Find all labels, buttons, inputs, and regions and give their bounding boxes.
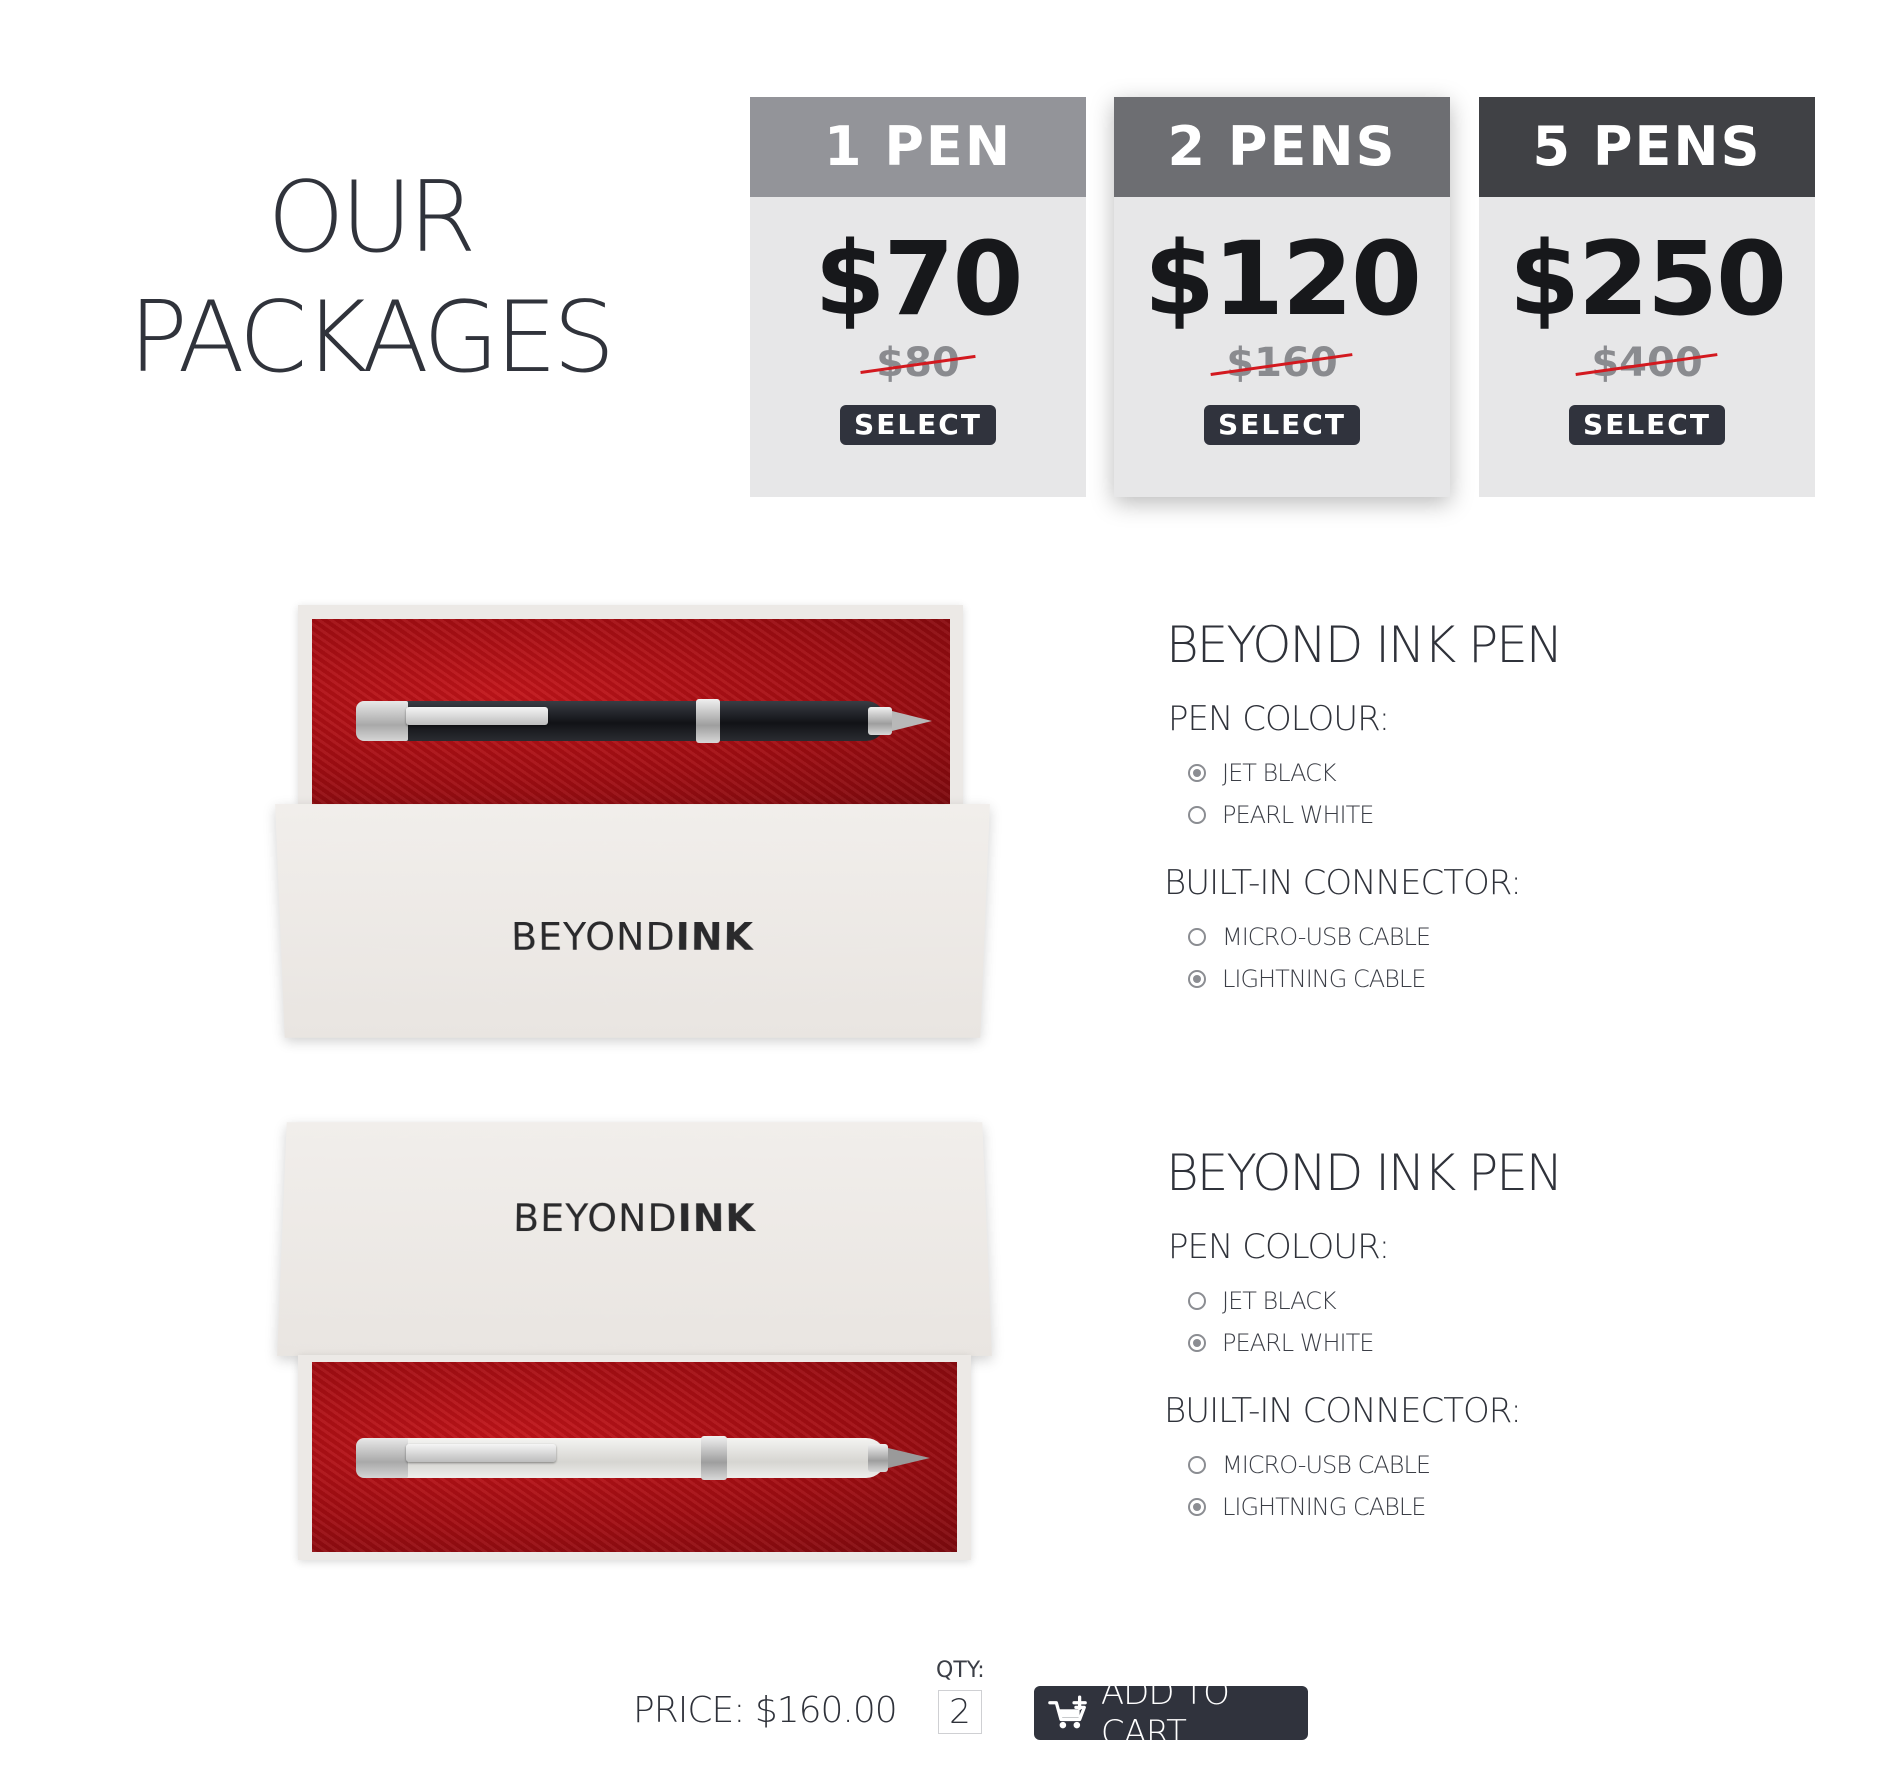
pen-colour-label: PEN COLOUR: — [1168, 699, 1390, 739]
radio-selected-icon[interactable] — [1188, 1334, 1206, 1352]
package-card-2-pens: 2 PENS $120 $160 SELECT — [1114, 97, 1450, 497]
add-to-cart-button[interactable]: ADD TO CART — [1034, 1673, 1308, 1753]
package-old-price: $400 — [1575, 339, 1719, 387]
package-price: $120 — [1144, 220, 1422, 339]
pen-colour-label: PEN COLOUR: — [1168, 1227, 1390, 1267]
radio-unselected-icon[interactable] — [1188, 928, 1206, 946]
box-lid: BEYONDINK — [275, 804, 990, 1038]
add-to-cart-label: ADD TO CART — [1100, 1673, 1230, 1753]
quantity-input[interactable] — [938, 1690, 982, 1734]
connector-label: BUILT-IN CONNECTOR: — [1164, 1391, 1522, 1431]
colour-option-pearl-white[interactable]: PEARL WHITE — [1188, 1323, 1660, 1363]
product-title: BEYOND INK PEN — [1166, 1144, 1563, 1202]
connector-option-lightning[interactable]: LIGHTNING CABLE — [1188, 1487, 1660, 1527]
connector-option-micro-usb[interactable]: MICRO-USB CABLE — [1188, 917, 1660, 957]
pen-colour-group: JET BLACK PEARL WHITE — [1160, 1281, 1660, 1363]
brand-logo: BEYONDINK — [510, 915, 755, 959]
connector-label: BUILT-IN CONNECTOR: — [1164, 863, 1522, 903]
connector-option-lightning[interactable]: LIGHTNING CABLE — [1188, 959, 1660, 999]
product-options-1: BEYOND INK PEN PEN COLOUR: JET BLACK PEA… — [1160, 615, 1660, 999]
package-label: 5 PENS — [1479, 97, 1815, 197]
radio-selected-icon[interactable] — [1188, 970, 1206, 988]
total-price: PRICE: $160.00 — [633, 1690, 898, 1731]
radio-unselected-icon[interactable] — [1188, 1456, 1206, 1474]
colour-option-jet-black[interactable]: JET BLACK — [1188, 1281, 1660, 1321]
colour-option-pearl-white[interactable]: PEARL WHITE — [1188, 795, 1660, 835]
package-price: $70 — [814, 220, 1024, 339]
cart-add-icon — [1048, 1695, 1087, 1729]
radio-unselected-icon[interactable] — [1188, 1292, 1206, 1310]
price-label: PRICE: — [633, 1690, 745, 1731]
page-title-line-2: PACKAGES — [128, 281, 616, 395]
package-label: 1 PEN — [750, 97, 1086, 197]
pen-colour-group: JET BLACK PEARL WHITE — [1160, 753, 1660, 835]
package-label: 2 PENS — [1114, 97, 1450, 197]
package-card-1-pen: 1 PEN $70 $80 SELECT — [750, 97, 1086, 497]
colour-option-jet-black[interactable]: JET BLACK — [1188, 753, 1660, 793]
price-value: $160.00 — [754, 1690, 898, 1731]
page-title-line-1: OUR — [267, 161, 477, 275]
connector-group: MICRO-USB CABLE LIGHTNING CABLE — [1160, 1445, 1660, 1527]
brand-logo: BEYONDINK — [512, 1196, 757, 1240]
connector-option-micro-usb[interactable]: MICRO-USB CABLE — [1188, 1445, 1660, 1485]
radio-selected-icon[interactable] — [1188, 764, 1206, 782]
package-price: $250 — [1509, 220, 1787, 339]
page-title: OUR PACKAGES — [110, 158, 630, 398]
select-button[interactable]: SELECT — [1569, 405, 1725, 445]
product-title: BEYOND INK PEN — [1166, 616, 1563, 674]
select-button[interactable]: SELECT — [840, 405, 996, 445]
qty-label: QTY: — [936, 1658, 985, 1683]
package-old-price: $80 — [860, 339, 976, 387]
radio-unselected-icon[interactable] — [1188, 806, 1206, 824]
product-options-2: BEYOND INK PEN PEN COLOUR: JET BLACK PEA… — [1160, 1143, 1660, 1527]
package-card-5-pens: 5 PENS $250 $400 SELECT — [1479, 97, 1815, 497]
connector-group: MICRO-USB CABLE LIGHTNING CABLE — [1160, 917, 1660, 999]
product-image-white-pen: BEYONDINK — [272, 1120, 992, 1560]
product-image-black-pen: BEYONDINK — [275, 605, 990, 1040]
select-button[interactable]: SELECT — [1204, 405, 1360, 445]
package-old-price: $160 — [1210, 339, 1354, 387]
radio-selected-icon[interactable] — [1188, 1498, 1206, 1516]
box-lid: BEYONDINK — [277, 1122, 992, 1356]
